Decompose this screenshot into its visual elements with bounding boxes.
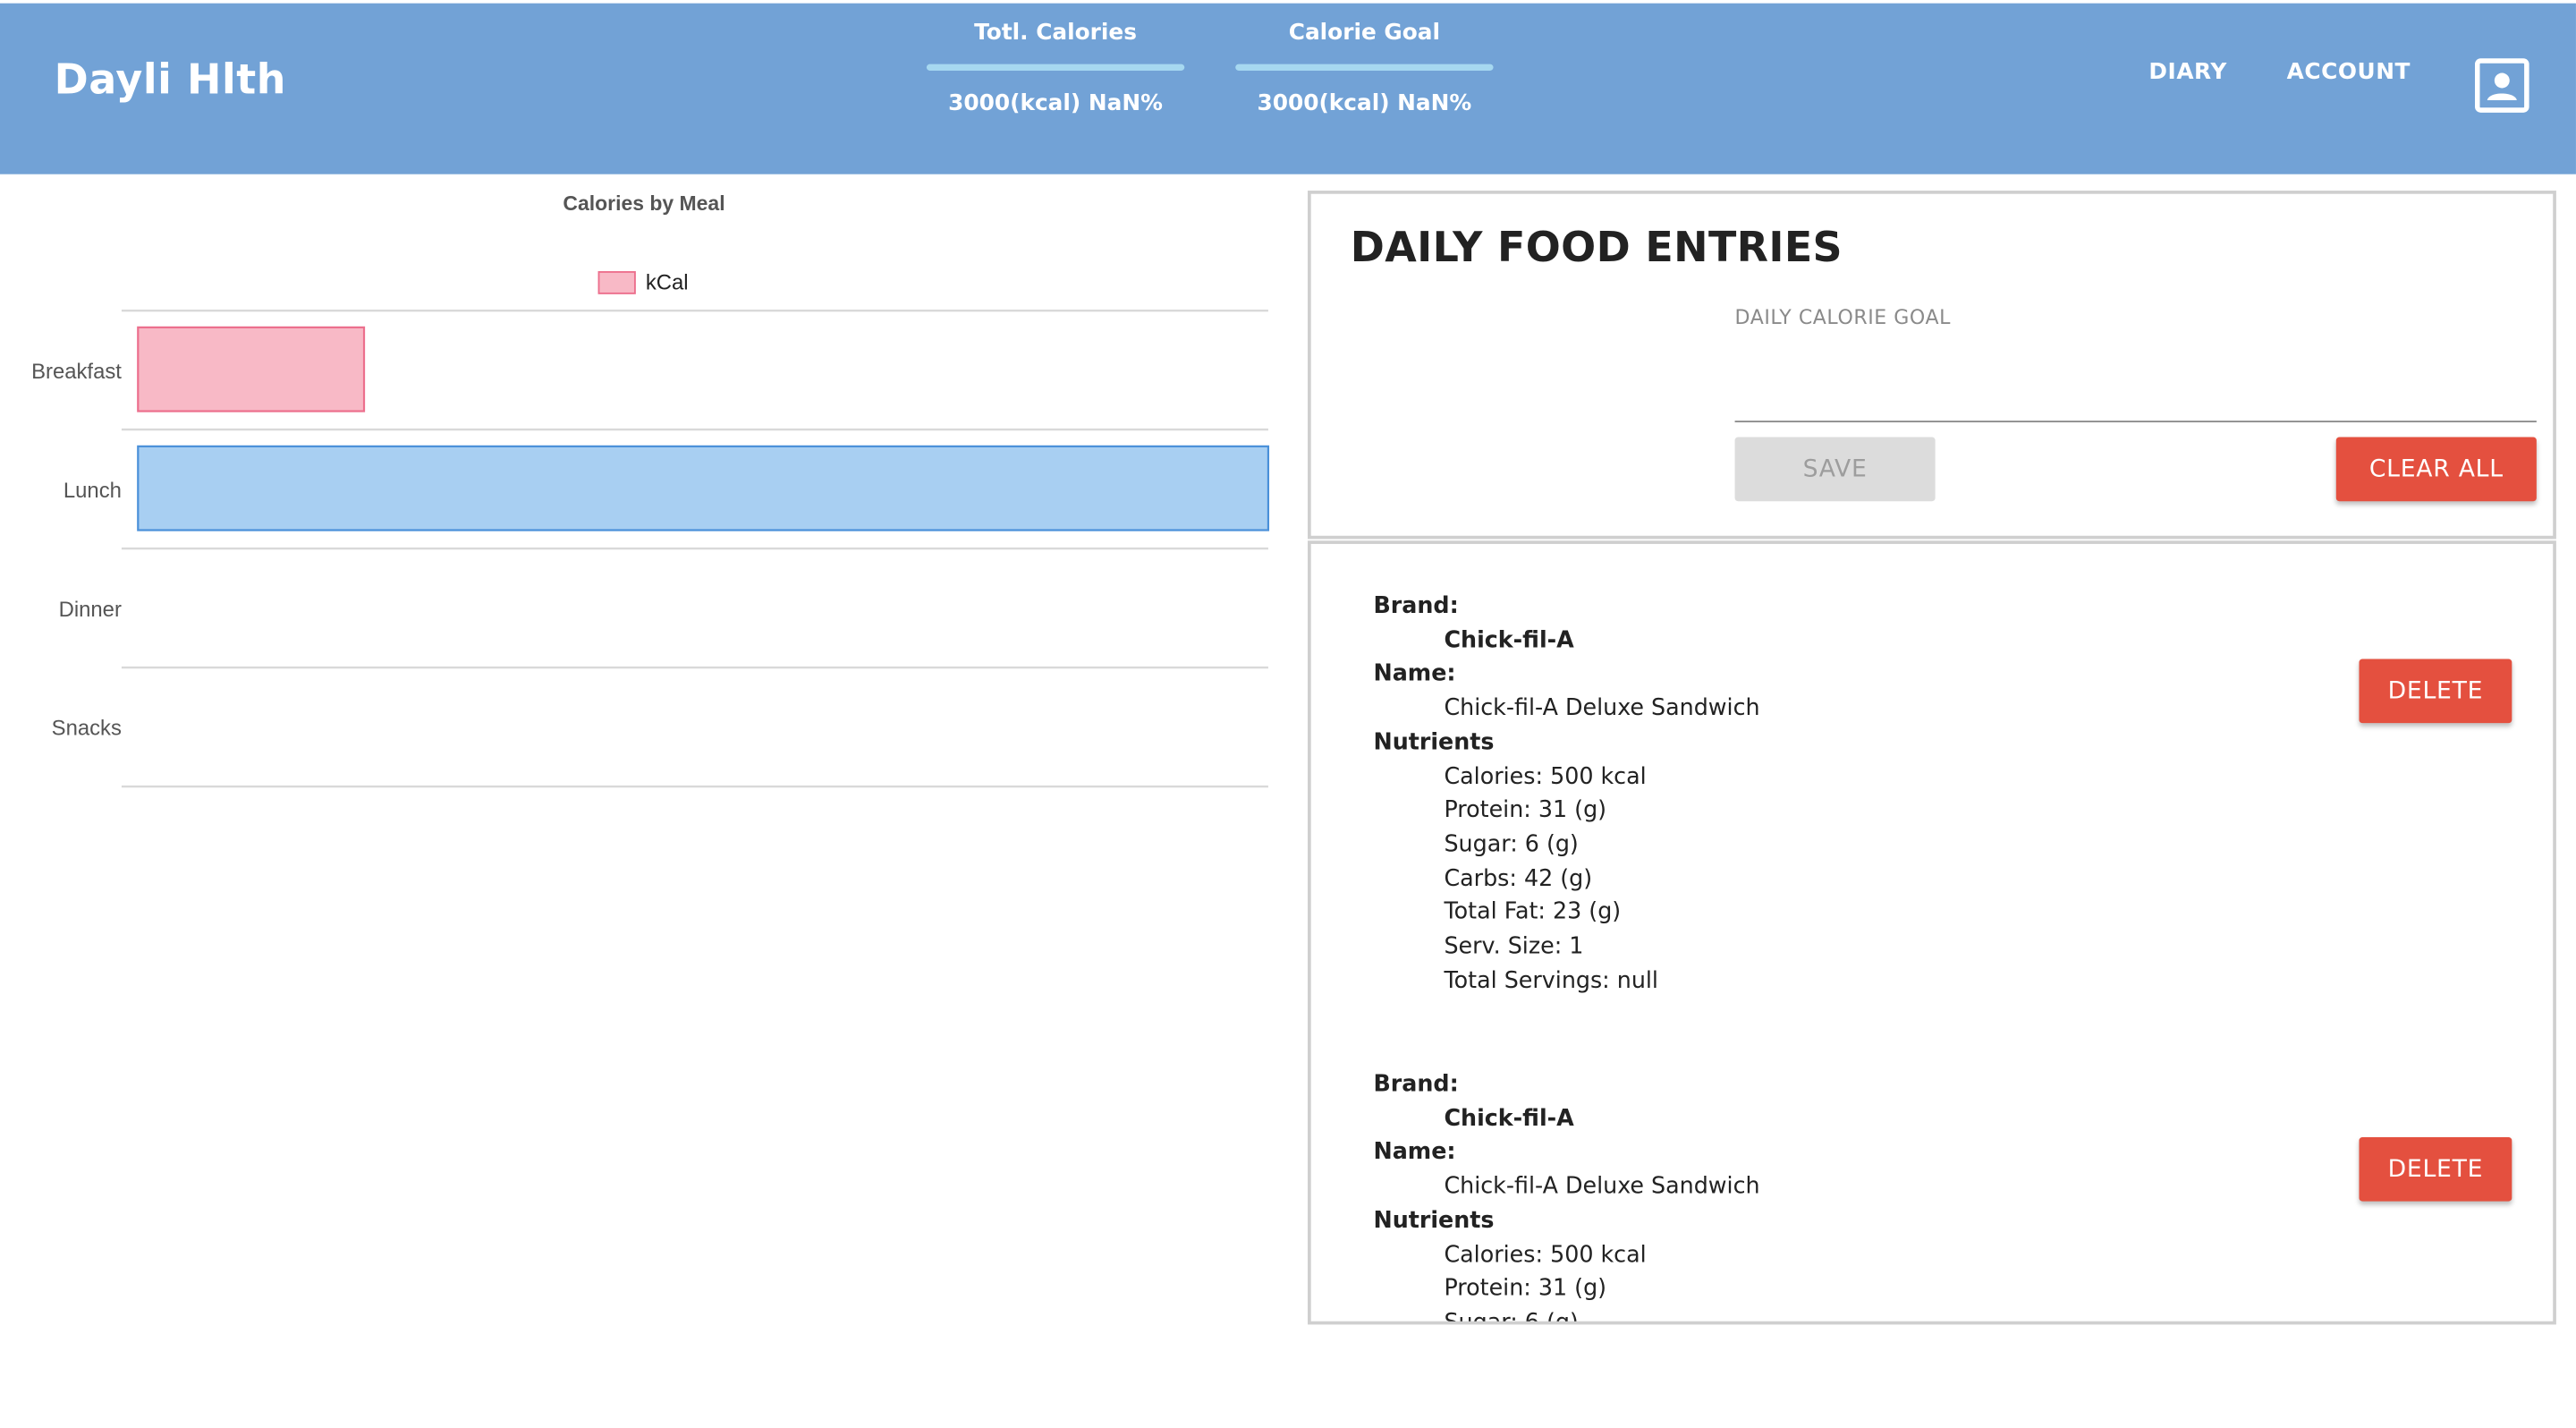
calorie-goal-progress: [1235, 64, 1494, 71]
name-label: Name:: [1373, 1139, 1456, 1166]
app-brand[interactable]: Dayli Hlth: [55, 55, 286, 103]
calorie-goal-stat: Calorie Goal 3000(kcal) NaN%: [1235, 20, 1494, 117]
name-value: Chick-fil-A Deluxe Sandwich: [1444, 1173, 1760, 1200]
total-calories-value: 3000(kcal) NaN%: [948, 90, 1163, 117]
top-app-bar: Dayli Hlth Totl. Calories 3000(kcal) NaN…: [0, 3, 2576, 174]
nutrients-label: Nutrients: [1373, 729, 1495, 756]
nav-account-link[interactable]: ACCOUNT: [2287, 59, 2411, 85]
nutrient-line: Sugar: 6 (g): [1444, 1309, 1579, 1325]
account-box-icon[interactable]: [2474, 57, 2529, 113]
food-entry: Brand: Chick-fil-A Name: Chick-fil-A Del…: [1373, 1068, 1760, 1325]
food-entries-list[interactable]: Brand: Chick-fil-A Name: Chick-fil-A Del…: [1308, 540, 2556, 1325]
name-label: Name:: [1373, 661, 1456, 688]
delete-entry-button[interactable]: DELETE: [2359, 1136, 2512, 1202]
brand-value: Chick-fil-A: [1444, 627, 1574, 654]
brand-label: Brand:: [1373, 1071, 1459, 1098]
daily-entries-header-card: DAILY FOOD ENTRIES DAILY CALORIE GOAL SA…: [1308, 191, 2556, 540]
daily-calorie-goal-input[interactable]: [1734, 371, 2537, 423]
chart-bar: [137, 445, 1270, 531]
nutrient-line: Total Fat: 23 (g): [1444, 899, 1622, 926]
chart-category-label: Dinner: [59, 598, 122, 622]
nutrient-line: Carbs: 42 (g): [1444, 865, 1593, 892]
nutrient-line: Sugar: 6 (g): [1444, 831, 1579, 858]
chart-bar: [137, 326, 366, 412]
nutrient-line: Serv. Size: 1: [1444, 933, 1584, 960]
chart-category-label: Lunch: [64, 479, 122, 503]
save-button[interactable]: SAVE: [1734, 437, 1936, 502]
app-root: Dayli Hlth Totl. Calories 3000(kcal) NaN…: [0, 0, 2576, 1426]
calories-bar-chart: Breakfast Lunch Dinner Snacks: [31, 309, 1270, 788]
chart-category-label: Breakfast: [31, 360, 122, 384]
legend-label: kCal: [645, 269, 689, 294]
nutrient-line: Calories: 500 kcal: [1444, 1241, 1647, 1269]
name-value: Chick-fil-A Deluxe Sandwich: [1444, 695, 1760, 722]
nutrients-label: Nutrients: [1373, 1207, 1495, 1235]
brand-value: Chick-fil-A: [1444, 1105, 1574, 1132]
calorie-goal-value: 3000(kcal) NaN%: [1257, 90, 1472, 117]
nutrient-line: Calories: 500 kcal: [1444, 763, 1647, 790]
calorie-goal-label: Calorie Goal: [1288, 20, 1441, 47]
food-entry: Brand: Chick-fil-A Name: Chick-fil-A Del…: [1373, 590, 1759, 998]
total-calories-label: Totl. Calories: [974, 20, 1137, 47]
chart-title: Calories by Meal: [563, 191, 725, 216]
nav-diary-link[interactable]: DIARY: [2148, 59, 2226, 85]
total-calories-stat: Totl. Calories 3000(kcal) NaN%: [926, 20, 1185, 117]
legend-swatch: [597, 271, 636, 294]
chart-category-label: Snacks: [52, 717, 122, 741]
brand-label: Brand:: [1373, 593, 1459, 620]
entries-title: DAILY FOOD ENTRIES: [1350, 223, 1843, 272]
total-calories-progress: [926, 64, 1185, 71]
goal-field-label: DAILY CALORIE GOAL: [1734, 305, 1951, 329]
nutrient-line: Total Servings: null: [1444, 967, 1658, 994]
delete-entry-button[interactable]: DELETE: [2359, 659, 2512, 724]
nutrient-line: Protein: 31 (g): [1444, 797, 1607, 824]
nutrient-line: Protein: 31 (g): [1444, 1275, 1607, 1303]
clear-all-button[interactable]: CLEAR ALL: [2335, 437, 2537, 502]
